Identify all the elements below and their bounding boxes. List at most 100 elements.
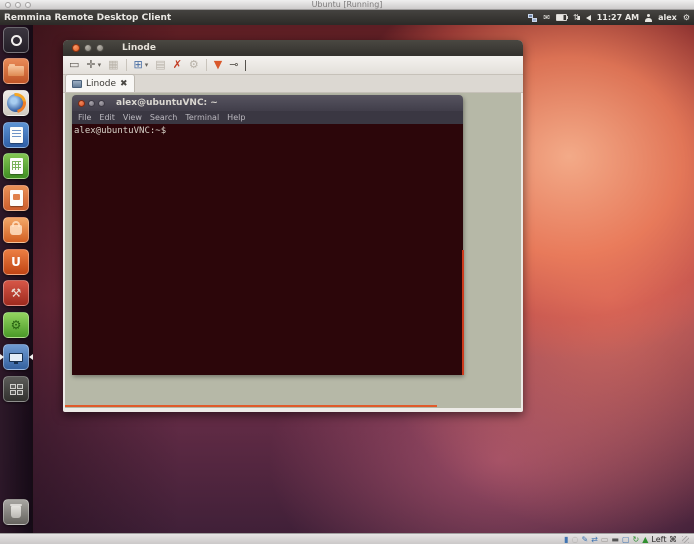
launcher-item-home-folder[interactable] [3,58,29,84]
terminal-close-button[interactable] [78,100,85,107]
vnc-viewport[interactable]: alex@ubuntuVNC: ~ File Edit View Search … [65,93,521,408]
launcher-item-trash[interactable] [3,499,29,525]
indicator-area: ✉ ⇅ 11:27 AM alex ⚙ [528,13,694,22]
keyboard-icon[interactable]: ▬ [611,535,619,544]
terminal-body[interactable]: alex@ubuntuVNC:~$ [72,124,463,375]
resize-grip[interactable] [682,536,689,543]
optical-drive-icon[interactable]: ◌ [571,535,578,544]
tools-icon: ⚒ [4,281,28,305]
mouse-integration-icon[interactable]: ▲ [642,535,648,544]
writer-document-icon [4,123,28,147]
trash-can-icon [4,500,28,524]
menu-help[interactable]: Help [227,113,245,122]
connection-icon [72,80,82,88]
toolbar-separator [206,59,207,71]
preferences-gear-icon[interactable]: ⚙ [189,58,199,72]
launcher-item-libreoffice-writer[interactable] [3,122,29,148]
terminal-titlebar[interactable]: alex@ubuntuVNC: ~ [72,95,463,111]
unity-launcher: U ⚒ ⚙ [0,25,33,533]
active-app-arrow-left [0,354,4,360]
toolbar-separator [126,59,127,71]
vm-window-title: Ubuntu [Running] [0,0,694,10]
session-gear-icon[interactable]: ⚙ [683,14,690,22]
screenshot-icon[interactable]: ▦ [108,58,118,72]
messaging-indicator-icon[interactable]: ✉ [543,14,550,22]
terminal-title: alex@ubuntuVNC: ~ [116,98,218,108]
launcher-item-libreoffice-impress[interactable] [3,185,29,211]
remmina-tab-strip: Linode ✖ [63,75,523,93]
battery-indicator-icon[interactable] [556,14,567,21]
workspace-grid-icon [4,377,28,401]
vbox-status-bar: ▮ ◌ ✎ ⇄ ▭ ▬ ▢ ↻ ▲ Left ⌘ [0,533,694,544]
user-name[interactable]: alex [658,13,677,22]
ubuntu-one-icon: U [4,250,28,274]
shopping-bag-icon [4,218,28,242]
menu-search[interactable]: Search [150,113,177,122]
scaled-mode-icon[interactable]: ⊞ [134,58,143,72]
remote-desktop-edge-artifact [65,405,437,407]
launcher-item-system-settings[interactable]: ⚒ [3,280,29,306]
terminal-maximize-button[interactable] [98,100,105,107]
remmina-window: Linode ▭ ✛ ▾ ▦ ⊞ ▾ ▤ ✗ ⚙ ▼ ⊸ [63,40,523,412]
launcher-item-libreoffice-calc[interactable] [3,153,29,179]
launcher-item-ubuntu-one[interactable]: U [3,249,29,275]
clock-indicator[interactable]: 11:27 AM [597,13,639,22]
tools-icon[interactable]: ✗ [173,58,182,72]
toolbar-caret [245,60,246,71]
terminal-minimize-button[interactable] [88,100,95,107]
unity-top-panel: Remmina Remote Desktop Client ✉ ⇅ 11:27 … [0,10,694,25]
hard-disk-icon[interactable]: ▮ [564,535,568,544]
shell-prompt: alex@ubuntuVNC:~$ [74,126,166,136]
calc-spreadsheet-icon [4,154,28,178]
menu-view[interactable]: View [123,113,142,122]
firefox-icon [4,91,28,115]
menu-terminal[interactable]: Terminal [185,113,219,122]
user-indicator-icon[interactable] [645,14,652,22]
network-indicator-icon[interactable] [528,14,537,22]
ubuntu-logo-icon [4,28,28,52]
launcher-item-workspace-switcher[interactable] [3,376,29,402]
chevron-down-icon[interactable]: ▾ [145,58,149,72]
remmina-toolbar: ▭ ✛ ▾ ▦ ⊞ ▾ ▤ ✗ ⚙ ▼ ⊸ [63,56,523,75]
launcher-item-dash-home[interactable] [3,27,29,53]
fullscreen-icon[interactable]: ▭ [69,58,79,72]
launcher-item-firefox[interactable] [3,90,29,116]
grab-keyboard-icon[interactable]: ▤ [155,58,165,72]
fit-window-icon[interactable]: ✛ [86,58,95,72]
folder-icon [4,59,28,83]
launcher-item-ubuntu-software-center[interactable] [3,217,29,243]
disconnect-icon[interactable]: ▼ [214,58,222,72]
shared-folders-icon[interactable]: ▭ [601,535,609,544]
launcher-item-software-updater[interactable]: ⚙ [3,312,29,338]
window-maximize-button[interactable] [96,44,104,52]
usb-icon[interactable]: ⇄ [591,535,598,544]
sound-indicator-icon[interactable] [586,15,591,21]
window-close-button[interactable] [72,44,80,52]
plug-icon[interactable]: ⊸ [229,58,238,72]
launcher-item-remmina[interactable] [3,344,29,370]
network-icon[interactable]: ✎ [581,535,588,544]
window-title: Linode [122,43,156,53]
active-app-title: Remmina Remote Desktop Client [0,13,171,23]
remote-terminal-window[interactable]: alex@ubuntuVNC: ~ File Edit View Search … [72,95,463,375]
remote-monitor-icon [4,345,28,369]
terminal-menubar: File Edit View Search Terminal Help [72,111,463,124]
tab-label: Linode [86,79,116,89]
menu-file[interactable]: File [78,113,91,122]
tab-linode[interactable]: Linode ✖ [65,74,135,92]
active-app-arrow-right [29,354,33,360]
display-icon[interactable]: ▢ [622,535,630,544]
ubuntu-desktop: Remmina Remote Desktop Client ✉ ⇅ 11:27 … [0,10,694,533]
vm-titlebar: Ubuntu [Running] [0,0,694,10]
terminal-border-artifact [462,250,464,375]
virtualbox-vm-window: Ubuntu [Running] Remmina Remote Desktop … [0,0,694,544]
window-minimize-button[interactable] [84,44,92,52]
menu-edit[interactable]: Edit [99,113,115,122]
chevron-down-icon[interactable]: ▾ [98,58,102,72]
features-icon[interactable]: ↻ [633,535,640,544]
remmina-titlebar[interactable]: Linode [63,40,523,56]
gear-icon: ⚙ [4,313,28,337]
host-key-label: Left ⌘ [651,535,677,544]
impress-presentation-icon [4,186,28,210]
tab-close-icon[interactable]: ✖ [120,79,128,89]
